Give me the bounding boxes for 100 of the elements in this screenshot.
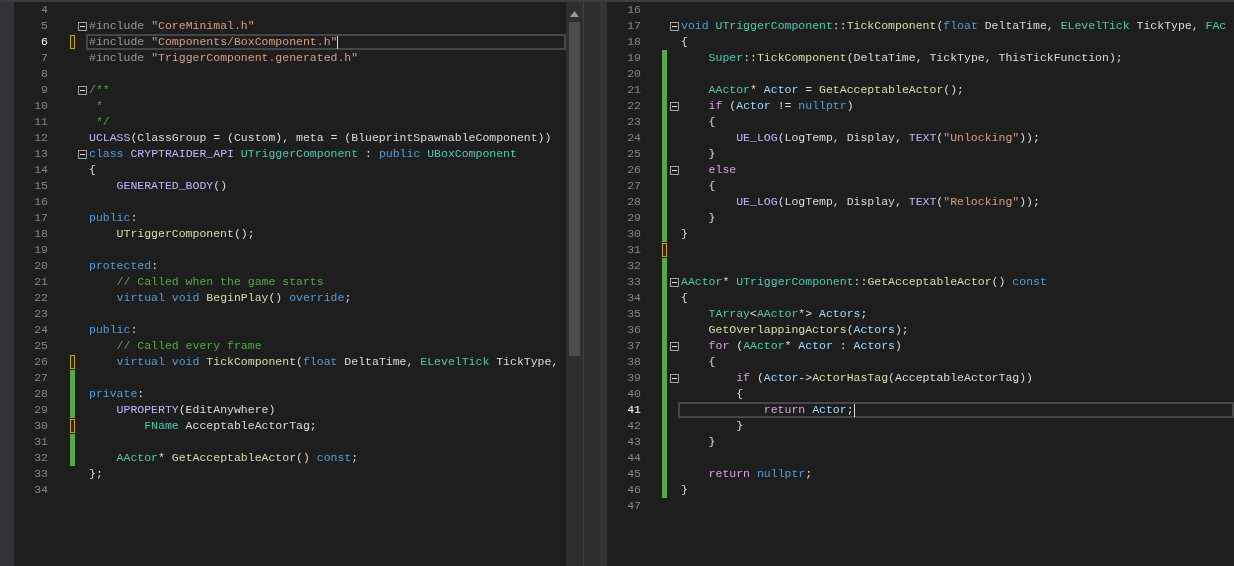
code-line: #include "Components/BoxComponent.h" [89,35,338,49]
code-line: { [707,115,716,129]
code-line: #include "TriggerComponent.generated.h" [89,51,359,65]
line-number: 19 [33,242,48,258]
line-number: 24 [33,322,48,338]
line-number: 28 [626,194,641,210]
line-number: 19 [626,50,641,66]
line-number: 20 [626,66,641,82]
line-number: 41 [626,402,641,418]
code-line: return Actor; [762,403,854,417]
code-line: UTriggerComponent(); [115,227,255,241]
line-number: 18 [626,34,641,50]
code-line: virtual void BeginPlay() override; [115,291,352,305]
line-number: 38 [626,354,641,370]
line-number: 42 [626,418,641,434]
code-line: { [735,387,744,401]
line-number: 40 [626,386,641,402]
collapse-icon[interactable] [670,341,679,351]
code-line: } [707,147,716,161]
line-number: 23 [626,114,641,130]
scroll-up-icon[interactable] [570,11,579,17]
code-line: public: [89,211,138,225]
code-line: if (Actor != nullptr) [707,99,854,113]
line-number: 33 [33,466,48,482]
scrollbar-thumb[interactable] [569,22,580,356]
code-line: } [735,419,744,433]
line-number: 33 [626,274,641,290]
line-number: 46 [626,482,641,498]
line-number: 29 [626,210,641,226]
line-number: 20 [33,258,48,274]
line-number: 27 [626,178,641,194]
collapse-icon[interactable] [78,149,87,159]
line-number: 44 [626,450,641,466]
collapse-icon[interactable] [670,101,679,111]
collapse-icon[interactable] [670,165,679,175]
line-number: 5 [40,18,48,34]
code-line: public: [89,323,138,337]
code-line: UCLASS(ClassGroup = (Custom), meta = (BlueprintSpawnableComponent)) [89,131,552,145]
code-line: Super::TickComponent(DeltaTime, TickType, ThisTickFunction); [707,51,1123,65]
code-line: /** [89,83,110,97]
code-line: GENERATED_BODY() [115,179,228,193]
code-line: return nullptr; [707,467,813,481]
line-number: 43 [626,434,641,450]
code-line: AActor* Actor = GetAcceptableActor(); [707,83,964,97]
collapse-icon[interactable] [670,373,679,383]
collapse-icon[interactable] [670,277,679,287]
line-number: 24 [626,130,641,146]
code-line: } [707,211,716,225]
line-number: 28 [33,386,48,402]
line-number: 30 [33,418,48,434]
code-line: */ [94,115,110,129]
code-line: } [681,483,688,497]
scrollbar[interactable] [566,2,583,566]
line-number: 35 [626,306,641,322]
line-number: 11 [33,114,48,130]
line-number: 27 [33,370,48,386]
line-number: 10 [33,98,48,114]
code-line: TArray<AActor*> Actors; [707,307,868,321]
code-line: { [89,163,96,177]
code-line: }; [89,467,103,481]
line-number: 9 [40,82,48,98]
line-number: 26 [626,162,641,178]
code-line: else [707,163,737,177]
line-number: 29 [33,402,48,418]
code-line: AActor* GetAcceptableActor() const; [115,451,359,465]
line-number: 14 [33,162,48,178]
line-number: 21 [33,274,48,290]
code-line: AActor* UTriggerComponent::GetAcceptableActor() const [681,275,1047,289]
line-number: 47 [626,498,641,514]
collapse-icon[interactable] [670,21,679,31]
collapse-icon[interactable] [78,85,87,95]
line-number: 34 [33,482,48,498]
code-line: #include "CoreMinimal.h" [89,19,255,33]
code-line: // Called when the game starts [115,275,324,289]
line-number: 16 [626,2,641,18]
line-number: 8 [40,66,48,82]
code-line: virtual void TickComponent(float DeltaTime, ELevelTick TickType, [115,355,559,369]
line-number: 15 [33,178,48,194]
code-line: } [707,435,716,449]
line-number: 22 [626,98,641,114]
code-line: { [707,179,716,193]
line-number: 12 [33,130,48,146]
line-number: 32 [626,258,641,274]
code-line: UPROPERTY(EditAnywhere) [115,403,276,417]
line-number: 37 [626,338,641,354]
code-line: // Called every frame [115,339,262,353]
line-number: 22 [33,290,48,306]
line-number: 6 [40,34,48,50]
line-number: 7 [40,50,48,66]
collapse-icon[interactable] [78,21,87,31]
code-line: { [707,355,716,369]
line-number: 25 [626,146,641,162]
text-cursor [853,403,855,417]
line-number: 36 [626,322,641,338]
line-number: 21 [626,82,641,98]
line-number: 16 [33,194,48,210]
code-line: UE_LOG(LogTemp, Display, TEXT("Relocking")); [735,195,1040,209]
code-line: void UTriggerComponent::TickComponent(float DeltaTime, ELevelTick TickType, FAc [681,19,1227,33]
code-line: } [681,227,688,241]
line-number: 31 [626,242,641,258]
